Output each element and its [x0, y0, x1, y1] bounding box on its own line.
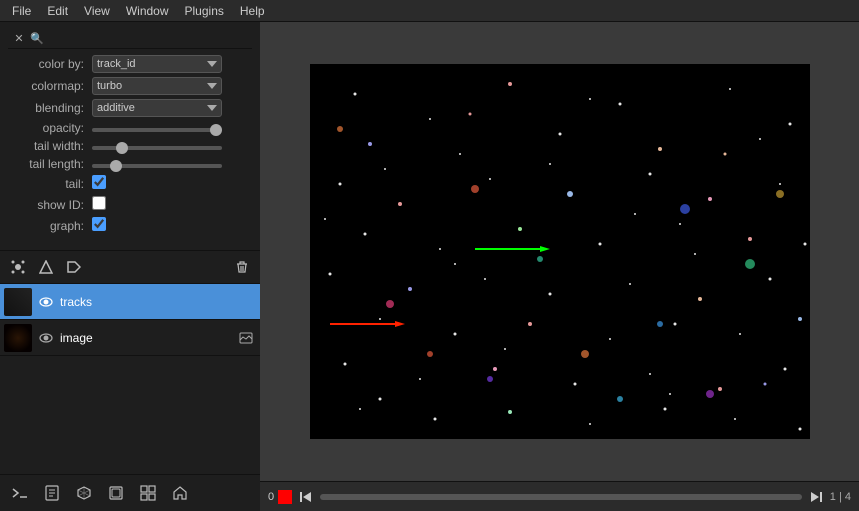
- tail-width-slider[interactable]: [92, 146, 222, 150]
- grid-button[interactable]: [134, 479, 162, 507]
- labels-tool-button[interactable]: [62, 255, 86, 279]
- shapes-tool-button[interactable]: [34, 255, 58, 279]
- close-icon[interactable]: ✕: [12, 31, 26, 45]
- layers-toolbar: [0, 251, 260, 284]
- image-layer-icon: [236, 328, 256, 348]
- galaxy-svg: [310, 64, 810, 439]
- color-by-label: color by:: [12, 57, 92, 71]
- search-icon[interactable]: 🔍: [30, 31, 44, 45]
- skip-to-end-button[interactable]: [806, 487, 826, 507]
- opacity-slider[interactable]: [92, 128, 222, 132]
- home-button[interactable]: [166, 479, 194, 507]
- tail-width-label: tail width:: [12, 139, 92, 153]
- blending-select[interactable]: additive translucent opaque: [92, 99, 222, 117]
- step-back-button[interactable]: [296, 487, 316, 507]
- blending-label: blending:: [12, 101, 92, 115]
- delete-layer-button[interactable]: [230, 255, 254, 279]
- menu-window[interactable]: Window: [118, 2, 177, 20]
- frame-count: 1 | 4: [830, 491, 851, 503]
- menu-help[interactable]: Help: [232, 2, 273, 20]
- opacity-label: opacity:: [12, 121, 92, 135]
- image-thumbnail: [4, 324, 32, 352]
- stop-button[interactable]: [278, 490, 292, 504]
- layer-image[interactable]: image: [0, 320, 260, 356]
- cube-button[interactable]: [70, 479, 98, 507]
- notebook-button[interactable]: [38, 479, 66, 507]
- tail-length-slider[interactable]: [92, 164, 222, 168]
- console-button[interactable]: [6, 479, 34, 507]
- canvas-area[interactable]: [260, 22, 859, 481]
- layers-button[interactable]: [102, 479, 130, 507]
- menu-edit[interactable]: Edit: [39, 2, 76, 20]
- bottom-toolbar: [0, 474, 260, 511]
- tail-length-label: tail length:: [12, 157, 92, 171]
- colormap-select[interactable]: turbo viridis plasma: [92, 77, 222, 95]
- current-frame-label: 0: [268, 491, 274, 503]
- galaxy-image: [310, 64, 810, 439]
- tail-label: tail:: [12, 177, 92, 191]
- tracks-visibility-toggle[interactable]: [36, 292, 56, 312]
- image-layer-name: image: [60, 331, 236, 345]
- properties-toolbar: ✕ 🔍: [8, 28, 252, 49]
- playback-bar: 0 1 | 4: [260, 481, 859, 511]
- menu-file[interactable]: File: [4, 2, 39, 20]
- color-by-select[interactable]: track_id uniform label: [92, 55, 222, 73]
- show-id-checkbox[interactable]: [92, 196, 106, 210]
- tracks-thumbnail: [4, 288, 32, 316]
- menubar: File Edit View Window Plugins Help: [0, 0, 859, 22]
- image-visibility-toggle[interactable]: [36, 328, 56, 348]
- colormap-label: colormap:: [12, 79, 92, 93]
- graph-label: graph:: [12, 219, 92, 233]
- tail-checkbox[interactable]: [92, 175, 106, 189]
- show-id-label: show ID:: [12, 198, 92, 212]
- menu-view[interactable]: View: [76, 2, 118, 20]
- points-tool-button[interactable]: [6, 255, 30, 279]
- layer-tracks[interactable]: tracks: [0, 284, 260, 320]
- progress-track[interactable]: [320, 494, 802, 500]
- graph-checkbox[interactable]: [92, 217, 106, 231]
- menu-plugins[interactable]: Plugins: [177, 2, 232, 20]
- tracks-layer-name: tracks: [60, 295, 256, 309]
